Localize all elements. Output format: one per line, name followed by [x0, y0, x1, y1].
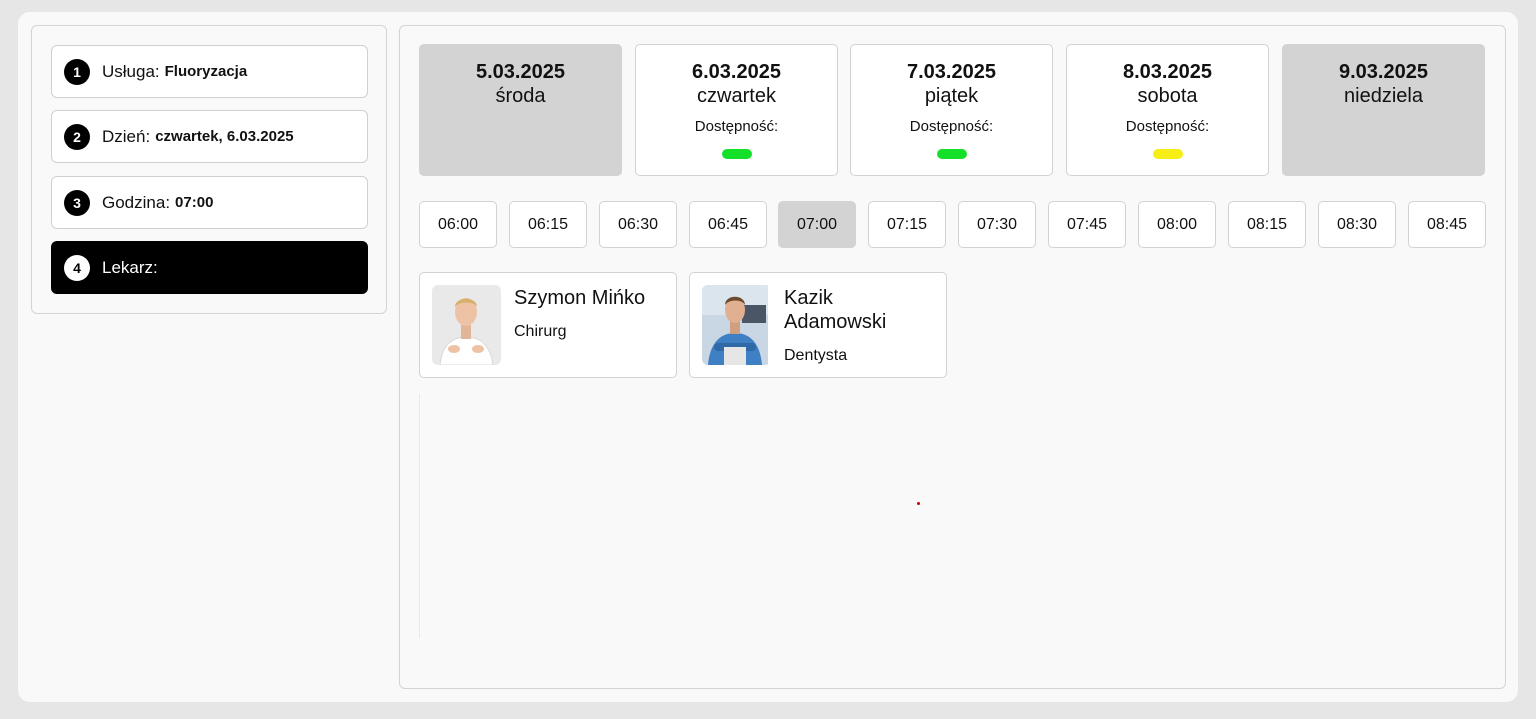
time-slot-selected[interactable]: 07:00	[778, 201, 856, 248]
time-slot[interactable]: 07:45	[1048, 201, 1126, 248]
availability-label: Dostępność:	[694, 118, 779, 135]
time-slot[interactable]: 06:30	[599, 201, 677, 248]
doctor-photo	[702, 285, 771, 365]
day-name: sobota	[1137, 85, 1198, 107]
day-picker: 5.03.2025 środa 6.03.2025 czwartek Dostę…	[419, 44, 1486, 176]
time-slot[interactable]: 08:00	[1138, 201, 1216, 248]
availability-indicator	[721, 149, 752, 159]
step-label: Usługa:	[102, 61, 160, 81]
doctor-role: Dentysta	[784, 347, 848, 364]
day-card[interactable]: 7.03.2025 piątek Dostępność:	[850, 44, 1053, 176]
step-number: 2	[64, 123, 90, 150]
availability-indicator	[936, 149, 967, 159]
time-slot[interactable]: 06:45	[689, 201, 767, 248]
doctor-name: Szymon Mińko	[514, 287, 646, 309]
day-name: środa	[495, 85, 546, 107]
step-number: 3	[64, 189, 90, 216]
step-number: 1	[64, 58, 90, 85]
time-slot[interactable]: 06:15	[509, 201, 587, 248]
step-label: Dzień:	[102, 126, 151, 146]
day-card: 5.03.2025 środa	[419, 44, 622, 176]
step-number: 4	[64, 254, 90, 281]
step-label: Lekarz:	[102, 257, 158, 277]
step-doctor[interactable]: 4 Lekarz:	[51, 241, 368, 294]
time-slot[interactable]: 08:30	[1318, 201, 1396, 248]
step-value: Fluoryzacja	[164, 63, 248, 80]
doctor-card[interactable]: Szymon Mińko Chirurg	[419, 272, 677, 378]
step-day[interactable]: 2 Dzień: czwartek, 6.03.2025	[51, 110, 368, 163]
doctor-card[interactable]: Kazik Adamowski Dentysta	[689, 272, 947, 378]
panel-divider	[419, 394, 420, 638]
booking-main-panel: 5.03.2025 środa 6.03.2025 czwartek Dostę…	[399, 25, 1506, 689]
cursor-dot	[917, 502, 920, 505]
day-date: 8.03.2025	[1123, 61, 1212, 83]
day-card[interactable]: 8.03.2025 sobota Dostępność:	[1066, 44, 1269, 176]
day-date: 9.03.2025	[1339, 61, 1428, 83]
day-name: czwartek	[697, 85, 776, 107]
step-value: 07:00	[175, 194, 214, 211]
time-slot[interactable]: 08:45	[1408, 201, 1486, 248]
doctor-photo	[432, 285, 501, 365]
step-service[interactable]: 1 Usługa: Fluoryzacja	[51, 45, 368, 98]
booking-steps-panel: 1 Usługa: Fluoryzacja 2 Dzień: czwartek,…	[31, 25, 387, 314]
time-slot[interactable]: 06:00	[419, 201, 497, 248]
availability-indicator	[1152, 149, 1183, 159]
step-value: czwartek, 6.03.2025	[155, 128, 294, 145]
day-date: 5.03.2025	[476, 61, 565, 83]
time-slot-picker: 06:00 06:15 06:30 06:45 07:00 07:15 07:3…	[419, 201, 1486, 248]
day-date: 7.03.2025	[907, 61, 996, 83]
day-name: piątek	[924, 85, 979, 107]
day-card: 9.03.2025 niedziela	[1282, 44, 1485, 176]
doctor-role: Chirurg	[514, 323, 567, 340]
day-card[interactable]: 6.03.2025 czwartek Dostępność:	[635, 44, 838, 176]
availability-label: Dostępność:	[909, 118, 994, 135]
day-name: niedziela	[1344, 85, 1423, 107]
step-label: Godzina:	[102, 192, 171, 212]
booking-app: 1 Usługa: Fluoryzacja 2 Dzień: czwartek,…	[18, 12, 1518, 702]
availability-label: Dostępność:	[1125, 118, 1210, 135]
day-date: 6.03.2025	[692, 61, 781, 83]
time-slot[interactable]: 08:15	[1228, 201, 1306, 248]
doctor-name: Kazik Adamowski	[784, 287, 887, 333]
step-time[interactable]: 3 Godzina: 07:00	[51, 176, 368, 229]
time-slot[interactable]: 07:15	[868, 201, 946, 248]
time-slot[interactable]: 07:30	[958, 201, 1036, 248]
